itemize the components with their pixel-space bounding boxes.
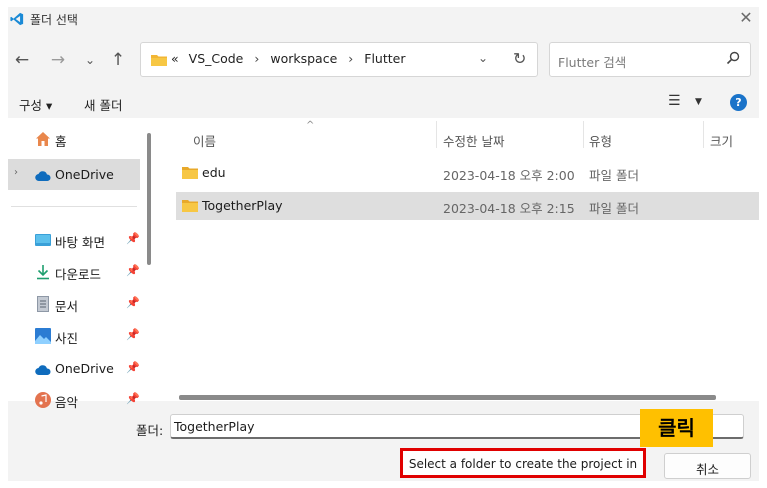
column-header-modified[interactable]: 수정한 날짜 [443,131,504,150]
breadcrumb-item[interactable]: Flutter [364,51,405,66]
file-row-selected[interactable]: TogetherPlay 2023-04-18 오후 2:15 파일 폴더 [176,192,759,220]
desktop-icon [35,234,51,246]
column-header-size[interactable]: 크기 [710,131,733,150]
address-bar[interactable]: « VS_Code › workspace › Flutter ⌄ ↻ [140,42,538,77]
chevron-right-icon[interactable]: › [14,167,18,178]
breadcrumb-item[interactable]: VS_Code [189,51,244,66]
arrow-right-icon[interactable]: → [48,49,68,71]
cancel-button[interactable]: 취소 [664,453,751,479]
file-modified: 2023-04-18 오후 2:15 [443,201,575,216]
select-folder-button-label: Select a folder to create the project in [408,457,638,471]
column-divider[interactable] [703,121,704,148]
help-icon[interactable]: ? [730,94,747,111]
vscode-icon [10,12,24,26]
folder-icon [182,200,198,212]
arrow-left-icon[interactable]: ← [12,49,32,71]
breadcrumb-item[interactable]: workspace [270,51,337,66]
chevron-down-icon[interactable]: ⌄ [478,51,488,65]
breadcrumb: « VS_Code › workspace › Flutter [171,51,405,66]
breadcrumb-separator: › [254,51,260,66]
sidebar-item-label: 사진 [55,331,79,346]
sidebar-item-documents[interactable]: 문서 📌 [8,288,140,319]
search-icon[interactable] [726,51,740,65]
pin-icon[interactable]: 📌 [126,392,140,405]
cloud-icon [35,171,51,182]
sidebar-item-label: 음악 [55,395,79,410]
cloud-icon [35,365,51,376]
folder-field-label: 폴더: [136,423,164,438]
file-row[interactable]: edu 2023-04-18 오후 2:00 파일 폴더 [176,159,759,187]
download-icon [37,265,49,280]
arrow-up-icon[interactable]: ↑ [108,49,128,71]
music-icon [35,392,51,408]
cancel-button-label: 취소 [695,462,719,477]
pin-icon[interactable]: 📌 [126,264,140,277]
window-title: 폴더 선택 [30,13,78,27]
file-modified: 2023-04-18 오후 2:00 [443,168,575,183]
folder-icon [182,167,198,179]
sidebar-item-desktop[interactable]: 바탕 화면 📌 [8,224,140,255]
sidebar-item-music[interactable]: 음악 📌 [8,385,140,416]
folder-name-value[interactable]: TogetherPlay [174,419,255,434]
view-options-icon[interactable]: ☰ [668,93,681,109]
sort-up-icon: ^ [306,120,315,131]
pin-icon[interactable]: 📌 [126,328,140,341]
search-box[interactable]: Flutter 검색 [549,42,751,77]
refresh-icon[interactable]: ↻ [513,49,526,68]
chevron-down-icon[interactable]: ▼ [695,97,702,107]
file-name: edu [202,165,226,180]
sidebar-item-onedrive[interactable]: › OneDrive [8,159,140,190]
home-icon [36,132,50,146]
sidebar-item-label: 문서 [55,299,79,314]
folder-icon [151,55,167,66]
sidebar-item-onedrive-pinned[interactable]: OneDrive 📌 [8,353,140,384]
column-header-type[interactable]: 유형 [589,131,612,150]
sidebar-item-home[interactable]: 홈 [8,123,140,154]
select-folder-button[interactable]: Select a folder to create the project in [400,448,646,478]
breadcrumb-overflow[interactable]: « [171,51,179,66]
sidebar-item-downloads[interactable]: 다운로드 📌 [8,256,140,287]
sidebar-item-label: 바탕 화면 [55,235,105,250]
column-divider[interactable] [583,121,584,148]
file-type: 파일 폴더 [589,168,639,183]
pin-icon[interactable]: 📌 [126,361,140,374]
pin-icon[interactable]: 📌 [126,232,140,245]
picture-icon [35,328,51,344]
organize-menu[interactable]: 구성 ▾ [19,95,52,114]
navigation-pane: 홈 › OneDrive 바탕 화면 📌 다운로드 📌 문서 📌 사진 📌 On… [8,118,156,410]
folder-picker-dialog: 폴더 선택 ✕ ← → ⌄ ↑ « VS_Code › workspace › … [8,7,759,481]
file-type: 파일 폴더 [589,201,639,216]
sidebar-item-label: OneDrive [55,361,114,376]
horizontal-scrollbar[interactable] [179,395,716,400]
title-bar: 폴더 선택 ✕ [8,7,759,31]
search-input[interactable]: Flutter 검색 [558,52,626,71]
document-icon [37,296,49,312]
new-folder-button[interactable]: 새 폴더 [84,95,122,114]
file-name: TogetherPlay [202,198,283,213]
sidebar-divider [11,206,137,207]
sidebar-item-pictures[interactable]: 사진 📌 [8,320,140,351]
pin-icon[interactable]: 📌 [126,296,140,309]
click-callout: 클릭 [640,409,713,447]
breadcrumb-separator: › [348,51,354,66]
column-header-name[interactable]: 이름 [193,131,216,150]
sidebar-scrollbar[interactable] [147,133,151,265]
column-divider[interactable] [436,121,437,148]
sidebar-item-label: OneDrive [55,167,114,182]
chevron-down-icon[interactable]: ⌄ [80,49,100,71]
sidebar-item-label: 다운로드 [55,267,102,282]
sidebar-item-label: 홈 [55,134,67,149]
content-area: 홈 › OneDrive 바탕 화면 📌 다운로드 📌 문서 📌 사진 📌 On… [8,118,759,410]
close-icon[interactable]: ✕ [735,7,757,29]
